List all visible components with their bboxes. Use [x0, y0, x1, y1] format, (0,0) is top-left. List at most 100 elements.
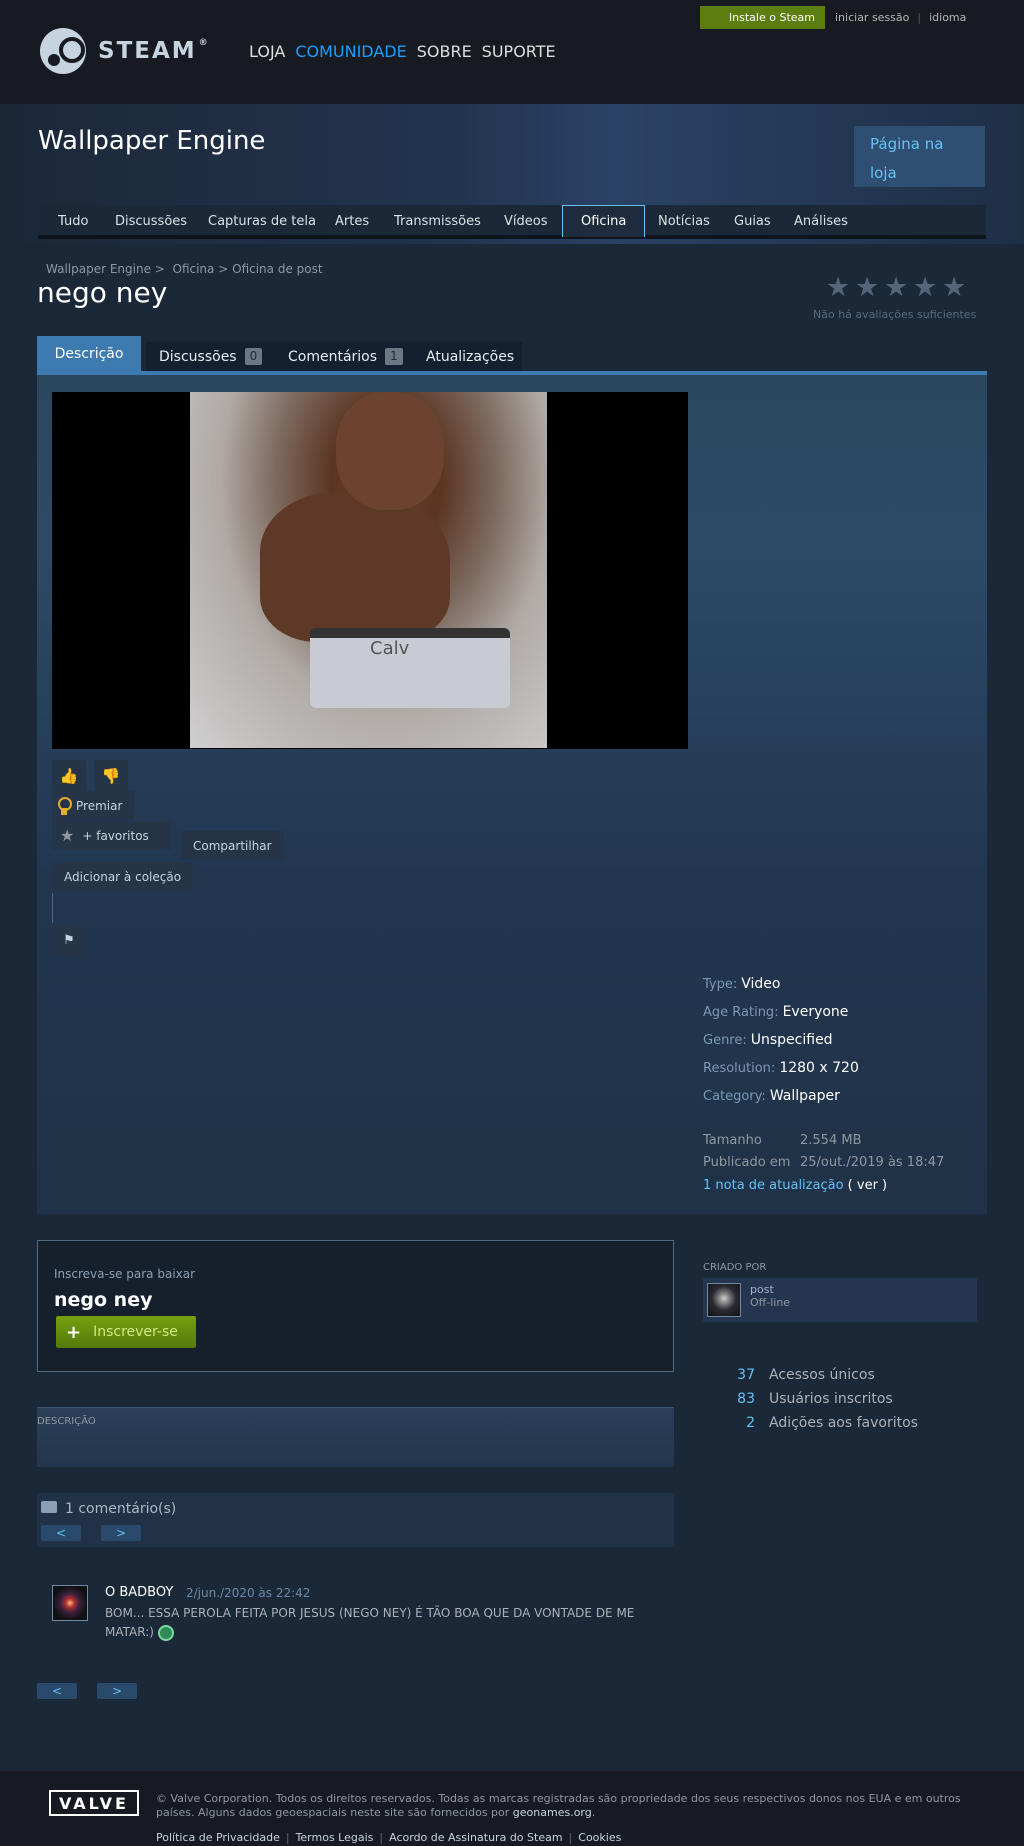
meta-value[interactable]: 1280 x 720 [779, 1060, 859, 1076]
meta-value[interactable]: Video [741, 976, 780, 992]
star-icon: ★ [942, 272, 967, 303]
cookies-link[interactable]: Cookies [578, 1831, 621, 1844]
steam-logo-text: STEAM ® [98, 38, 210, 64]
meta-value[interactable]: Unspecified [751, 1032, 833, 1048]
preview-video[interactable]: Calv [52, 392, 688, 749]
favorite-button[interactable]: ★ + favoritos [52, 821, 171, 850]
thumbs-up-icon: 👍 [59, 766, 79, 785]
vote-down-button[interactable]: 👎 [94, 760, 128, 791]
comment-body: BOM... ESSA PEROLA FEITA POR JESUS (NEGO… [105, 1606, 635, 1639]
store-page-button[interactable]: Página na loja [854, 126, 985, 187]
flag-icon: ⚑ [63, 933, 75, 948]
footer: VALVE © Valve Corporation. Todos os dire… [0, 1771, 1024, 1846]
tab-capturas[interactable]: Capturas de tela [208, 205, 316, 237]
stat-number: 2 [746, 1415, 755, 1431]
count-badge: 0 [244, 348, 263, 365]
stat-number: 37 [737, 1367, 755, 1383]
stat-subscribers: 83 Usuários inscritos [703, 1391, 893, 1407]
plus-icon: + [66, 1321, 82, 1343]
meta-value[interactable]: Wallpaper [770, 1088, 840, 1104]
steam-logo-icon [40, 28, 86, 74]
stat-label: Adições aos favoritos [769, 1415, 918, 1431]
nav-comunidade[interactable]: COMUNIDADE [295, 42, 406, 61]
stat-value: 25/out./2019 às 18:47 [800, 1155, 945, 1170]
breadcrumb-app[interactable]: Wallpaper Engine [46, 262, 151, 276]
tab-descricao[interactable]: Descrição [37, 336, 141, 371]
subscribe-title: nego ney [54, 1289, 153, 1311]
tab-analises[interactable]: Análises [794, 205, 848, 237]
valve-logo[interactable]: VALVE [49, 1790, 139, 1816]
file-size-row: Tamanho 2.554 MB [703, 1133, 861, 1148]
subscribe-hint: Inscreva-se para baixar [54, 1267, 196, 1281]
tab-artes[interactable]: Artes [335, 205, 369, 237]
tab-transmissoes[interactable]: Transmissões [394, 205, 481, 237]
award-label: Premiar [76, 798, 123, 813]
vote-up-button[interactable]: 👍 [52, 760, 86, 791]
creator-name[interactable]: post [750, 1283, 774, 1296]
avatar[interactable] [707, 1283, 741, 1317]
nav-loja[interactable]: LOJA [249, 42, 285, 61]
tab-noticias[interactable]: Notícias [658, 205, 710, 237]
video-figure-shorts: Calv [310, 628, 510, 708]
nav-sobre[interactable]: SOBRE [417, 42, 472, 61]
view-notes-link[interactable]: ( ver ) [848, 1178, 887, 1193]
nav-suporte[interactable]: SUPORTE [482, 42, 556, 61]
comment-text: BOM... ESSA PEROLA FEITA POR JESUS (NEGO… [105, 1604, 675, 1642]
subscribe-button[interactable]: + Inscrever-se [56, 1316, 196, 1348]
language-link[interactable]: idioma [929, 11, 966, 24]
breadcrumb-user-workshop[interactable]: Oficina de post [232, 262, 322, 276]
install-steam-button[interactable]: Instale o Steam [700, 6, 825, 29]
separator: | [379, 1831, 384, 1844]
rating-note: Não há avaliações suficientes [813, 308, 977, 321]
tab-updates[interactable]: Atualizações [413, 342, 522, 371]
tab-comments[interactable]: Comentários 1 [275, 342, 416, 371]
prev-page-button[interactable]: < [41, 1525, 81, 1541]
change-notes-link[interactable]: 1 nota de atualização [703, 1178, 844, 1193]
comment-author[interactable]: O BADBOY [105, 1585, 173, 1600]
award-icon [58, 796, 72, 815]
avatar[interactable] [52, 1585, 88, 1621]
tab-guias[interactable]: Guias [734, 205, 771, 237]
breadcrumb-sep: > [218, 262, 229, 276]
tab-tudo[interactable]: Tudo [58, 205, 88, 237]
award-button[interactable]: Premiar [52, 791, 135, 820]
tab-discussions[interactable]: Discussões 0 [146, 342, 276, 371]
share-button[interactable]: Compartilhar [181, 831, 284, 860]
next-page-button[interactable]: > [101, 1525, 141, 1541]
next-page-button[interactable]: > [97, 1683, 137, 1699]
steam-logo[interactable]: STEAM ® [40, 28, 210, 74]
favorite-label: + favoritos [82, 828, 149, 843]
privacy-link[interactable]: Política de Privacidade [156, 1831, 280, 1844]
meta-key: Genre: [703, 1033, 747, 1048]
breadcrumb-workshop[interactable]: Oficina [173, 262, 215, 276]
top-links: iniciar sessão | idioma [835, 11, 966, 24]
comment-date: 2/jun./2020 às 22:42 [186, 1586, 311, 1600]
tab-label: Descrição [54, 345, 124, 362]
login-link[interactable]: iniciar sessão [835, 11, 909, 24]
star-icon: ★ [913, 272, 938, 303]
tab-videos[interactable]: Vídeos [504, 205, 547, 237]
legal-link[interactable]: Termos Legais [296, 1831, 374, 1844]
report-button[interactable]: ⚑ [52, 925, 86, 956]
global-header: STEAM ® LOJA COMUNIDADE SOBRE SUPORTE Ins… [0, 0, 1024, 104]
breadcrumb-sep: > [154, 262, 165, 276]
video-figure-head [336, 392, 444, 510]
app-title[interactable]: Wallpaper Engine [38, 126, 265, 156]
separator: | [285, 1831, 290, 1844]
stat-unique-visitors: 37 Acessos únicos [703, 1367, 875, 1383]
change-notes: 1 nota de atualização ( ver ) [703, 1178, 887, 1193]
geonames-link[interactable]: geonames.org [513, 1806, 592, 1819]
meta-key: Category: [703, 1089, 766, 1104]
stat-number: 83 [737, 1391, 755, 1407]
separator: | [568, 1831, 573, 1844]
prev-page-button[interactable]: < [37, 1683, 77, 1699]
meta-value[interactable]: Everyone [783, 1004, 849, 1020]
creator-card[interactable]: post Off-line [703, 1278, 977, 1322]
tab-discussoes[interactable]: Discussões [115, 205, 187, 237]
meta-type: Type: Video [703, 976, 780, 992]
add-to-collection-button[interactable]: Adicionar à coleção [52, 862, 194, 891]
page-title: nego ney [37, 276, 168, 309]
emoticon-icon [157, 1624, 174, 1641]
subscriber-agreement-link[interactable]: Acordo de Assinatura do Steam [389, 1831, 562, 1844]
tab-oficina[interactable]: Oficina [562, 205, 646, 237]
